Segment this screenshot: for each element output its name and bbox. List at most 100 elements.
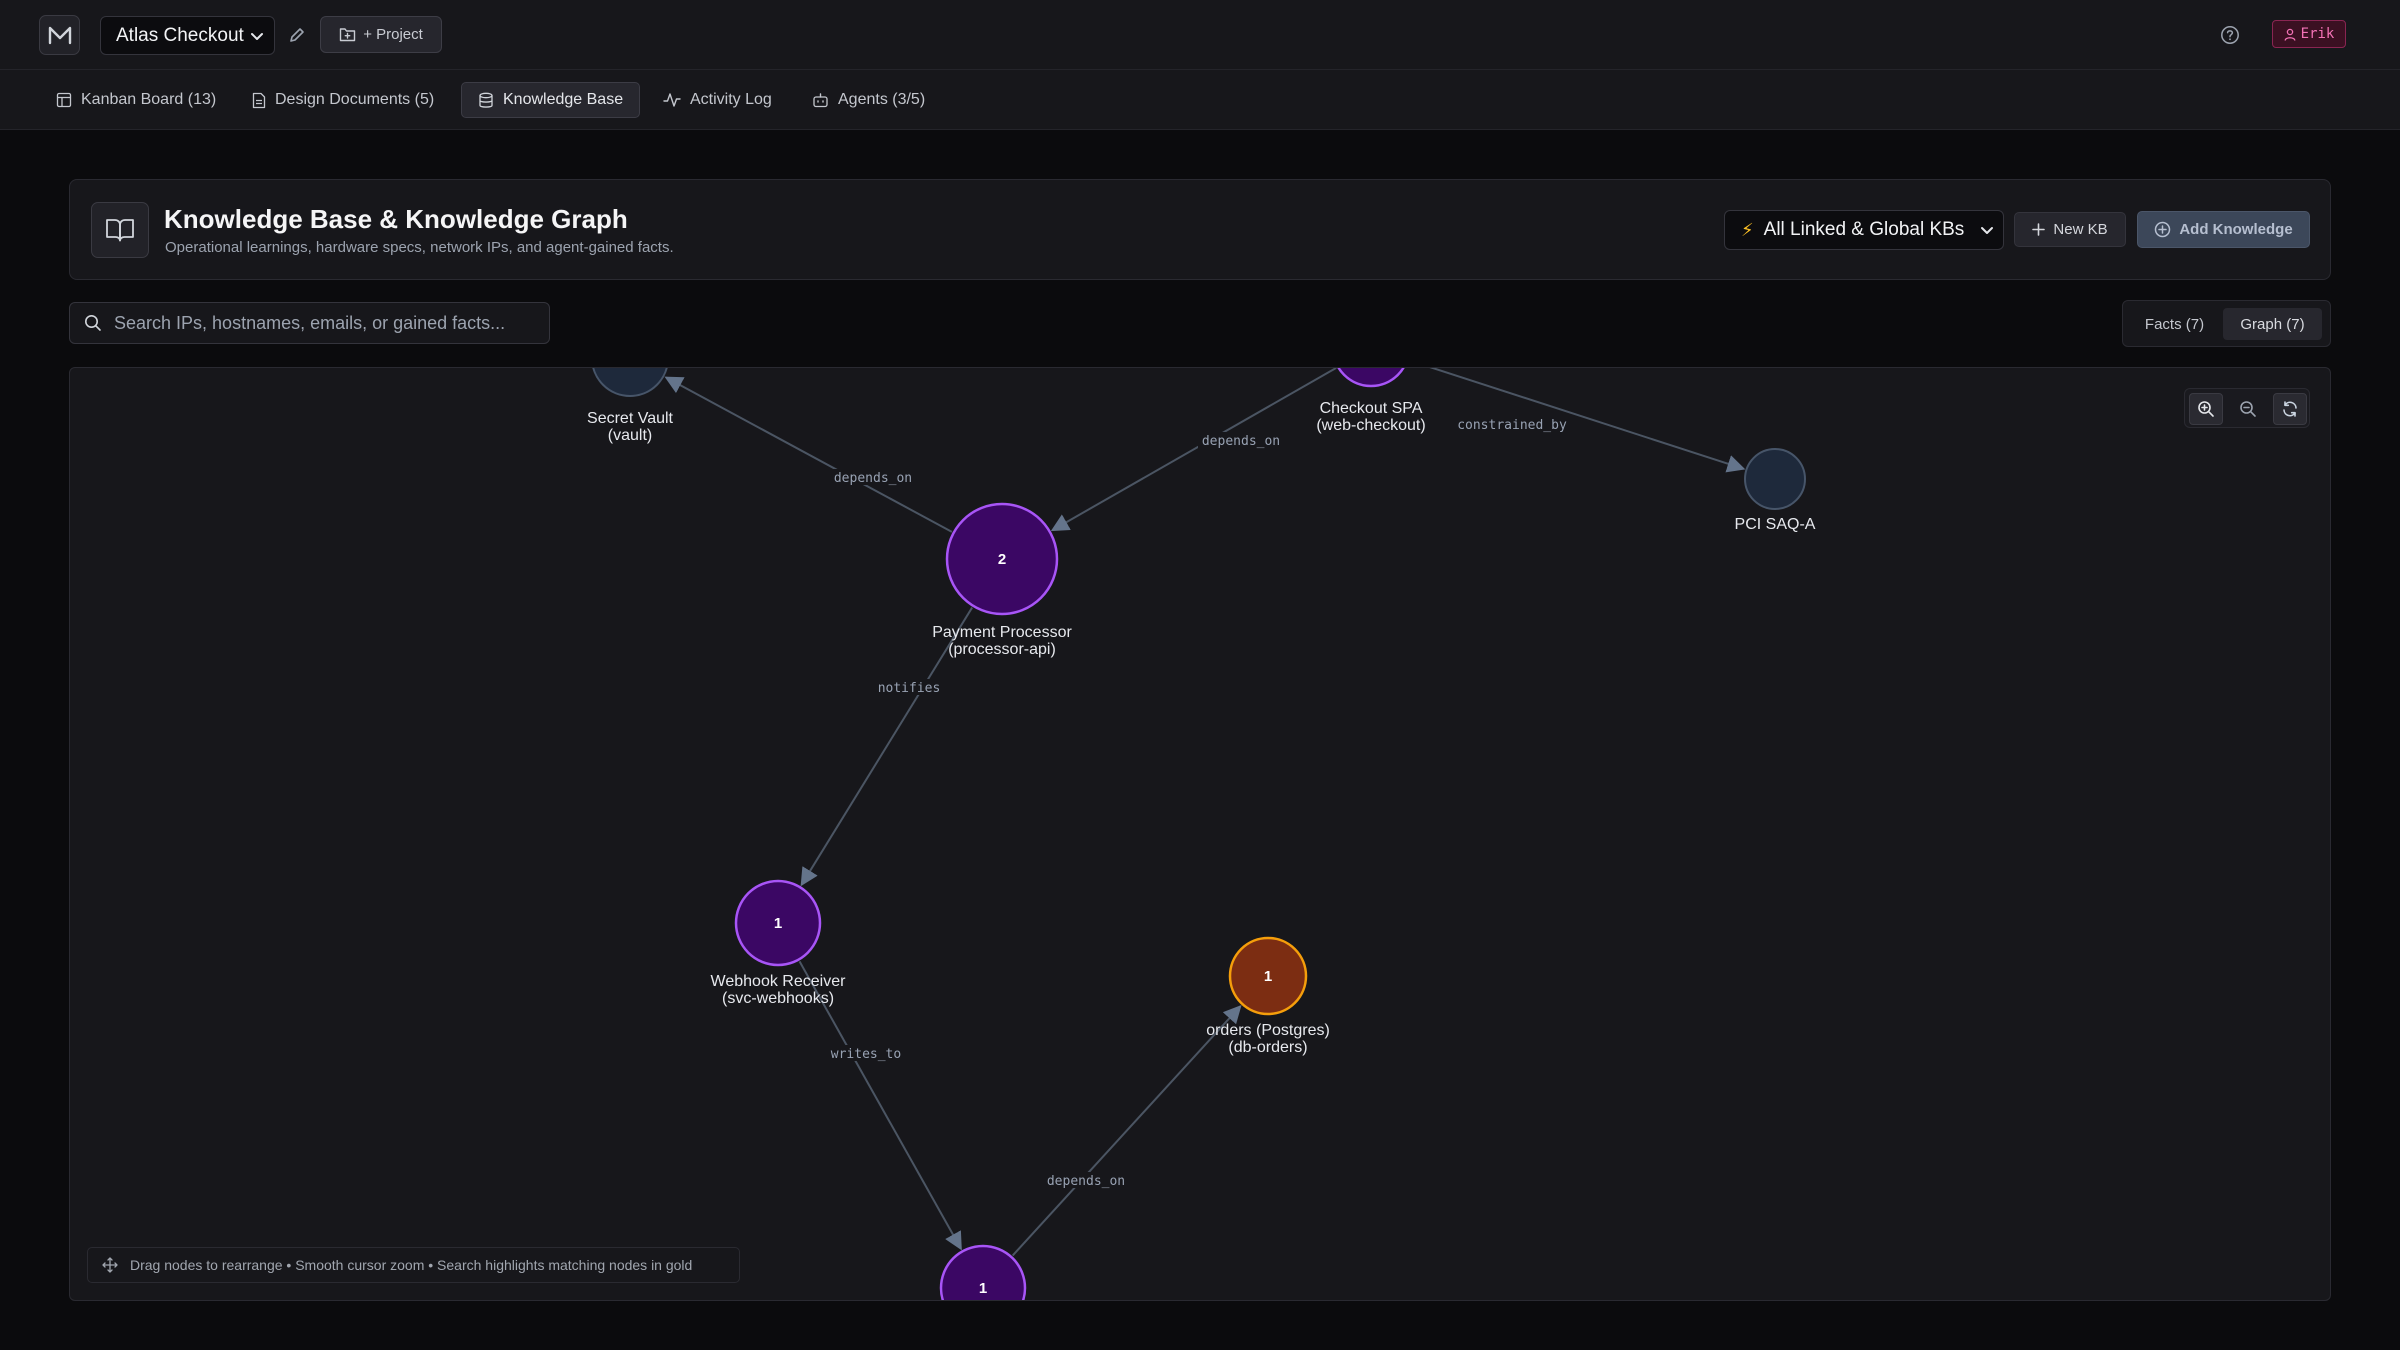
edge-label: depends_on <box>1047 1174 1125 1189</box>
graph-edge <box>1050 368 1337 532</box>
edges-layer: depends_on depends_on constrained_bynotifi… <box>664 368 1746 1257</box>
zoom-in-icon <box>2198 401 2214 417</box>
node-count: 1 <box>1264 968 1272 985</box>
node-circle[interactable] <box>592 368 668 397</box>
tab-label: Activity Log <box>690 91 772 108</box>
node-label: (web-checkout) <box>1316 417 1425 434</box>
graph-node-bottom[interactable]: 1 <box>939 1244 1027 1301</box>
kb-icon-box <box>91 202 149 258</box>
plus-circle-icon <box>2155 221 2171 238</box>
edit-project-button[interactable] <box>286 24 308 46</box>
kb-header-card: Knowledge Base & Knowledge Graph Operati… <box>69 179 2331 280</box>
graph-edge <box>1011 1004 1242 1257</box>
plus-icon <box>2032 223 2046 236</box>
tab-label: Design Documents (5) <box>275 91 435 108</box>
graph-hint-text: Drag nodes to rearrange • Smooth cursor … <box>130 1257 693 1273</box>
nodes-layer: Secret Vault(vault) Checkout SPA(web-chec… <box>587 368 1816 1301</box>
user-name: Erik <box>2300 26 2335 42</box>
node-label: Payment Processor <box>932 624 1072 641</box>
tab-kanban-board[interactable]: Kanban Board (13) <box>40 82 232 118</box>
edge-label: notifies <box>878 681 941 696</box>
edge-label: constrained_by <box>1457 418 1567 433</box>
pencil-icon <box>290 28 304 42</box>
node-label: Checkout SPA <box>1320 400 1423 417</box>
zoom-out-icon <box>2240 401 2256 417</box>
user-icon <box>2284 28 2296 41</box>
reset-view-button[interactable] <box>2273 393 2307 425</box>
view-toggle: Facts (7) Graph (7) <box>2122 300 2331 347</box>
project-select-value: Atlas Checkout <box>116 24 244 46</box>
move-icon <box>102 1257 118 1273</box>
zoom-out-button[interactable] <box>2231 393 2265 425</box>
tab-activity-log[interactable]: Activity Log <box>647 82 788 118</box>
facts-view-button[interactable]: Facts (7) <box>2131 308 2218 340</box>
tab-label: Agents (3/5) <box>838 91 926 108</box>
zoom-in-button[interactable] <box>2189 393 2223 425</box>
node-circle[interactable] <box>1744 448 1806 510</box>
graph-node-vault[interactable]: Secret Vault(vault) <box>587 368 674 444</box>
graph-view-button[interactable]: Graph (7) <box>2223 308 2322 340</box>
add-project-button[interactable]: + Project <box>320 16 442 53</box>
search-input[interactable] <box>114 312 534 334</box>
graph-node-web-checkout[interactable]: Checkout SPA(web-checkout) <box>1316 368 1426 434</box>
lightning-icon: ⚡ <box>1741 219 1754 240</box>
node-label: (vault) <box>608 427 652 444</box>
new-kb-label: New KB <box>2053 221 2108 238</box>
graph-node-pci[interactable]: PCI SAQ-A <box>1735 448 1816 533</box>
user-badge[interactable]: Erik <box>2272 20 2346 48</box>
kb-scope-select[interactable]: ⚡ All Linked & Global KBs <box>1724 210 2004 250</box>
document-icon <box>252 92 266 108</box>
logo-m-icon <box>48 26 71 45</box>
help-button[interactable] <box>2218 23 2242 47</box>
search-icon <box>85 315 101 331</box>
node-label: (db-orders) <box>1228 1039 1307 1056</box>
chevron-down-icon <box>251 33 263 40</box>
add-knowledge-button[interactable]: Add Knowledge <box>2137 211 2310 248</box>
database-icon <box>479 92 493 108</box>
graph-svg[interactable]: depends_on depends_on constrained_bynotifi… <box>70 368 2331 1301</box>
page-title: Knowledge Base & Knowledge Graph <box>164 204 628 234</box>
kb-scope-value: All Linked & Global KBs <box>1763 219 1965 240</box>
top-header: Atlas Checkout + Project Erik <box>0 0 2400 70</box>
search-box[interactable] <box>69 302 550 344</box>
node-count: 1 <box>774 915 782 932</box>
graph-node-webhooks[interactable]: 1 Webhook Receiver(svc-webhooks) <box>711 879 847 1007</box>
bot-icon <box>813 93 828 108</box>
node-label: Secret Vault <box>587 410 674 427</box>
graph-node-db-orders[interactable]: 1 orders (Postgres)(db-orders) <box>1206 936 1330 1056</box>
page-subtitle: Operational learnings, hardware specs, n… <box>165 239 674 256</box>
node-count: 1 <box>979 1280 987 1297</box>
add-project-label: + Project <box>363 26 423 43</box>
edge-label: depends_on <box>834 471 912 486</box>
node-count: 2 <box>998 551 1006 568</box>
help-circle-icon <box>2221 26 2239 44</box>
activity-icon <box>663 93 681 107</box>
knowledge-graph[interactable]: depends_on depends_on constrained_bynotifi… <box>69 367 2331 1301</box>
node-label: PCI SAQ-A <box>1735 516 1816 533</box>
graph-edge <box>664 376 953 533</box>
tab-agents[interactable]: Agents (3/5) <box>796 82 941 118</box>
tab-design-documents[interactable]: Design Documents (5) <box>236 82 450 118</box>
edge-label: depends_on <box>1202 434 1280 449</box>
app-logo[interactable] <box>39 15 80 55</box>
tab-knowledge-base[interactable]: Knowledge Base <box>461 82 641 118</box>
main-tabs: Kanban Board (13) Design Documents (5) K… <box>0 70 2400 130</box>
folder-plus-icon <box>339 28 356 42</box>
tab-label: Kanban Board (13) <box>81 91 217 108</box>
refresh-icon <box>2283 401 2297 417</box>
node-label: (svc-webhooks) <box>722 990 834 1007</box>
node-label: (processor-api) <box>948 641 1056 658</box>
kanban-icon <box>56 92 72 108</box>
project-select[interactable]: Atlas Checkout <box>100 16 275 55</box>
new-kb-button[interactable]: New KB <box>2014 212 2126 247</box>
tab-label: Knowledge Base <box>503 91 624 108</box>
edge-label: writes_to <box>831 1047 901 1062</box>
zoom-controls <box>2184 388 2310 428</box>
node-label: orders (Postgres) <box>1206 1022 1330 1039</box>
node-circle[interactable] <box>1333 368 1409 388</box>
chevron-down-icon <box>1981 227 1993 234</box>
graph-node-processor[interactable]: 2 Payment Processor(processor-api) <box>932 502 1072 658</box>
add-knowledge-label: Add Knowledge <box>2179 221 2293 238</box>
graph-hint: Drag nodes to rearrange • Smooth cursor … <box>87 1247 740 1283</box>
graph-edge <box>800 607 973 887</box>
